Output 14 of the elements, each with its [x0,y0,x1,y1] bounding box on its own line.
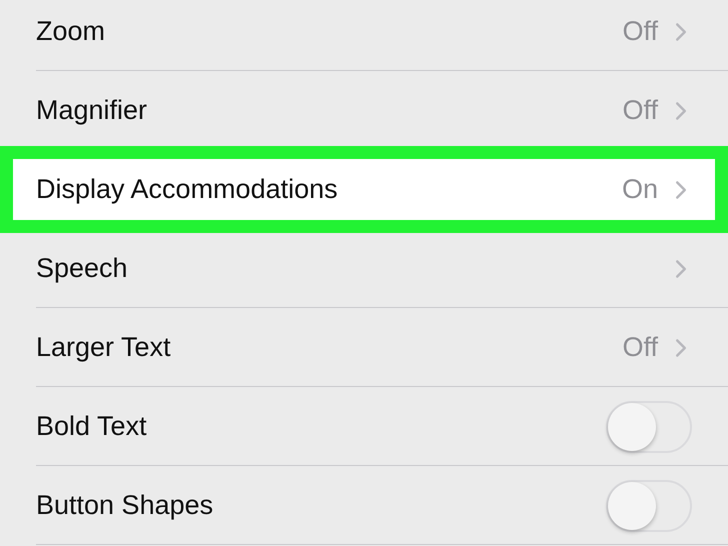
row-label: Button Shapes [36,490,214,521]
row-label: Speech [36,253,129,284]
row-label: Bold Text [36,411,148,442]
row-label: Magnifier [36,95,148,126]
row-value: Off [622,16,658,47]
row-value: On [622,174,658,205]
row-value: Off [622,95,658,126]
highlighted-row[interactable]: Display Accommodations On [0,146,728,233]
row-label: Zoom [36,16,106,47]
toggle-switch[interactable] [606,480,692,532]
row-label: Larger Text [36,332,172,363]
row-label: Display Accommodations [36,174,339,205]
toggle-switch[interactable] [606,400,692,452]
row-value: Off [622,332,658,363]
